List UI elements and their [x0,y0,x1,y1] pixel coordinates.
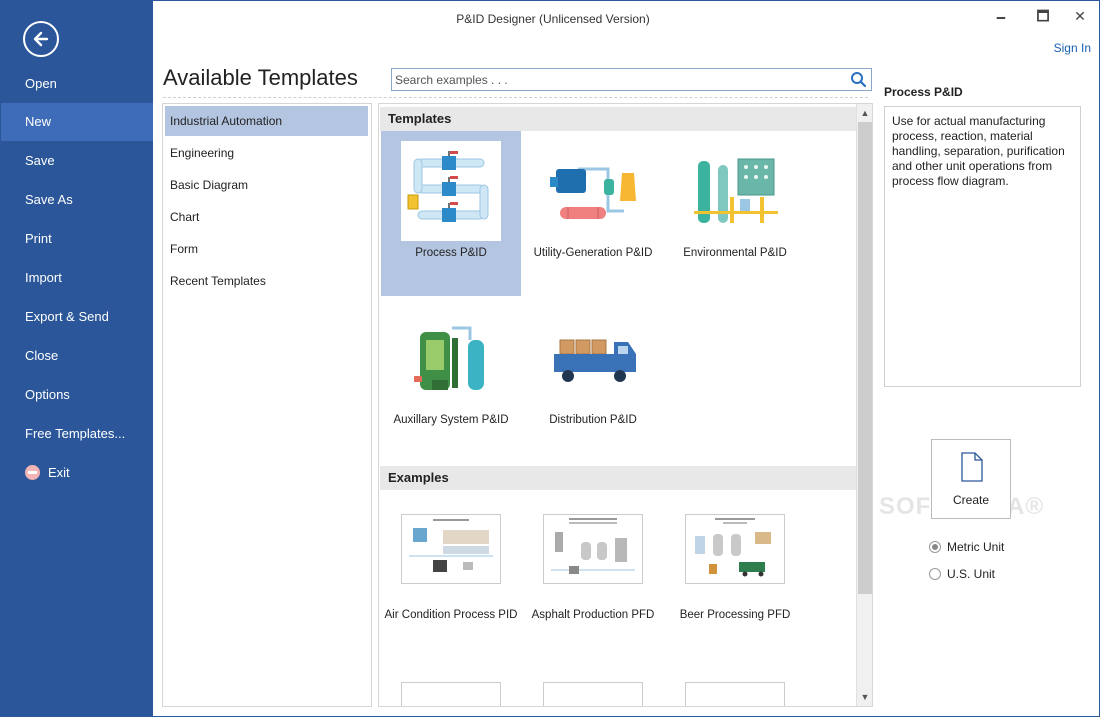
search-icon[interactable] [850,71,867,88]
search-box [391,68,872,91]
example-air-condition-process-pid[interactable]: Air Condition Process PID [381,504,521,669]
distribution-thumbnail [543,308,643,408]
app-window: Open New Save Save As Print Import Expor… [0,0,1100,717]
metric-unit-radio[interactable] [929,540,941,553]
back-button[interactable] [23,21,59,57]
detail-title: Process P&ID [884,85,963,99]
environmental-thumbnail [685,141,785,241]
process-pid-thumbnail [401,141,501,241]
beer-processing-thumbnail [685,514,785,584]
auxillary-system-thumbnail [401,308,501,408]
category-basic-diagram[interactable]: Basic Diagram [165,170,368,200]
maximize-button[interactable]: 🗖 [1030,7,1056,25]
sign-in-link[interactable]: Sign In [1054,41,1091,55]
template-label: Environmental P&ID [683,247,787,259]
sidebar-item-import[interactable]: Import [1,259,153,297]
sidebar-item-export-send[interactable]: Export & Send [1,298,153,336]
new-document-icon [961,452,983,482]
template-utility-generation-pid[interactable]: Utility-Generation P&ID [523,131,663,296]
back-arrow-icon [33,31,49,47]
example-thumbnail-partial[interactable] [543,682,643,706]
create-button[interactable]: Create [931,439,1011,519]
examples-section-header: Examples [380,466,857,490]
metric-unit-label: Metric Unit [947,540,1005,554]
sidebar-item-exit-label: Exit [48,465,70,480]
window-title: P&ID Designer (Unlicensed Version) [456,12,650,26]
search-input[interactable] [392,69,842,90]
category-industrial-automation[interactable]: Industrial Automation [165,106,368,136]
minimize-button[interactable]: 🗕 [988,7,1014,25]
asphalt-production-thumbnail [543,514,643,584]
page-title: Available Templates [163,65,358,90]
example-asphalt-production-pfd[interactable]: Asphalt Production PFD [523,504,663,669]
example-beer-processing-pfd[interactable]: Beer Processing PFD [665,504,805,669]
create-label: Create [952,493,990,507]
sidebar-item-new[interactable]: New [1,103,153,141]
category-recent-templates[interactable]: Recent Templates [165,266,368,296]
utility-generation-thumbnail [543,141,643,241]
example-label: Air Condition Process PID [384,609,518,621]
close-button[interactable]: ✕ [1067,7,1093,25]
category-form[interactable]: Form [165,234,368,264]
template-label: Auxillary System P&ID [393,414,509,426]
metric-unit-option[interactable]: Metric Unit [929,540,1004,554]
category-chart[interactable]: Chart [165,202,368,232]
example-label: Beer Processing PFD [679,609,791,621]
detail-description: Use for actual manufacturing process, re… [884,106,1081,387]
category-list: Industrial Automation Engineering Basic … [162,103,372,707]
sidebar-item-exit[interactable]: Exit [1,454,153,492]
sidebar-item-close[interactable]: Close [1,337,153,375]
title-bar: P&ID Designer (Unlicensed Version) 🗕 🗖 ✕ [153,1,1100,37]
category-engineering[interactable]: Engineering [165,138,368,168]
example-thumbnail-partial[interactable] [685,682,785,706]
template-auxillary-system-pid[interactable]: Auxillary System P&ID [381,298,521,463]
template-distribution-pid[interactable]: Distribution P&ID [523,298,663,463]
sidebar-item-print[interactable]: Print [1,220,153,258]
air-condition-thumbnail [401,514,501,584]
template-process-pid[interactable]: Process P&ID [381,131,521,296]
sidebar-item-free-templates[interactable]: Free Templates... [1,415,153,453]
exit-icon [25,465,40,481]
us-unit-label: U.S. Unit [947,567,996,581]
backstage-sidebar: Open New Save Save As Print Import Expor… [1,1,153,717]
sidebar-item-open[interactable]: Open [1,65,153,103]
example-label: Asphalt Production PFD [531,609,655,621]
example-thumbnail-partial[interactable] [401,682,501,706]
template-environmental-pid[interactable]: Environmental P&ID [665,131,805,296]
template-gallery: Templates Process P&ID Utility-Generatio… [378,103,873,707]
scrollbar-thumb[interactable] [858,122,872,594]
gallery-scrollbar[interactable]: ▲ ▼ [856,104,872,706]
template-label: Distribution P&ID [549,414,637,426]
sidebar-item-options[interactable]: Options [1,376,153,414]
sidebar-item-save[interactable]: Save [1,142,153,180]
scroll-up-icon[interactable]: ▲ [857,105,872,121]
us-unit-radio[interactable] [929,567,941,580]
us-unit-option[interactable]: U.S. Unit [929,567,995,581]
sidebar-item-save-as[interactable]: Save As [1,181,153,219]
divider [163,97,868,98]
templates-section-header: Templates [380,107,857,131]
template-label: Process P&ID [415,247,487,259]
template-label: Utility-Generation P&ID [533,247,653,259]
scroll-down-icon[interactable]: ▼ [857,689,872,705]
